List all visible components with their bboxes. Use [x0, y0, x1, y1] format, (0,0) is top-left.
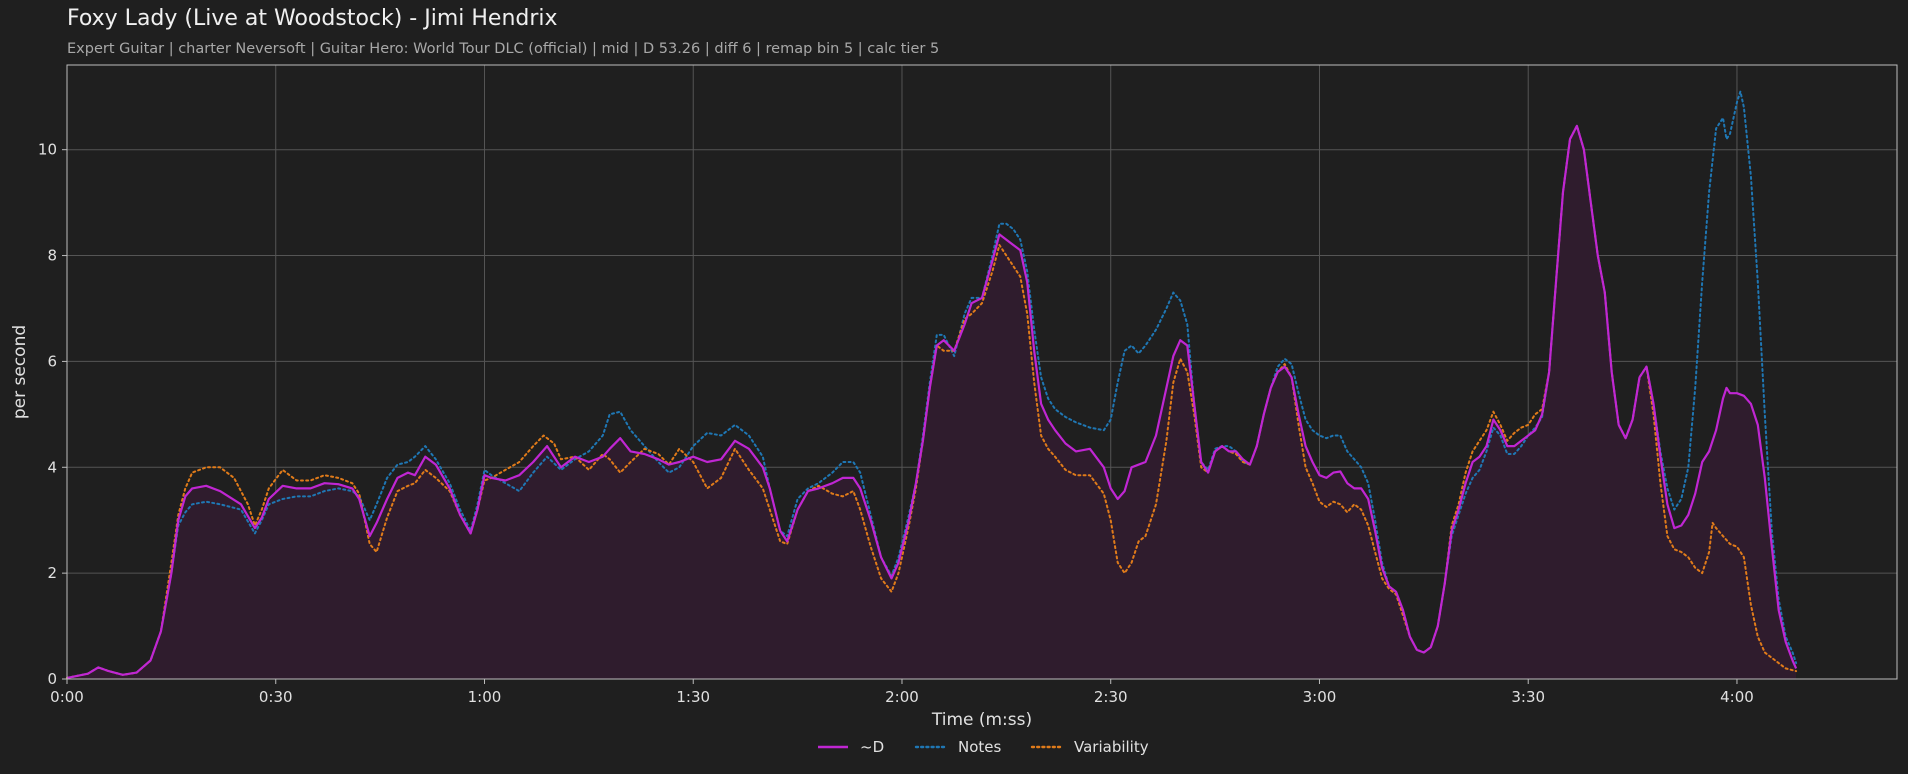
legend-label: ~D [860, 738, 884, 756]
d-area-fill [67, 125, 1797, 679]
x-tick-label: 0:00 [50, 688, 84, 706]
x-tick-label: 4:00 [1720, 688, 1754, 706]
legend: ~D Notes Variability [818, 738, 1149, 756]
y-tick-label: 0 [47, 670, 57, 688]
x-tick-label: 0:30 [259, 688, 293, 706]
y-tick-label: 8 [47, 247, 57, 265]
y-axis-label: per second [10, 325, 30, 419]
x-tick-label: 3:30 [1511, 688, 1545, 706]
x-tick-label: 2:30 [1094, 688, 1128, 706]
x-tick-label: 1:00 [468, 688, 502, 706]
legend-label: Notes [958, 738, 1002, 756]
y-tick-label: 2 [47, 564, 57, 582]
y-tick-label: 4 [47, 458, 57, 476]
x-tick-label: 2:00 [885, 688, 919, 706]
y-tick-label: 6 [47, 352, 57, 370]
x-axis-label: Time (m:ss) [931, 710, 1032, 730]
x-tick-label: 1:30 [676, 688, 710, 706]
x-tick-label: 3:00 [1303, 688, 1337, 706]
area-fill-layer [67, 125, 1797, 679]
chart-plot: 0:00 0:30 1:00 1:30 2:00 2:30 3:00 3:30 4:00 0 2 4 6… [10, 64, 1898, 756]
y-tick-label: 10 [38, 141, 57, 159]
legend-label: Variability [1074, 738, 1149, 756]
